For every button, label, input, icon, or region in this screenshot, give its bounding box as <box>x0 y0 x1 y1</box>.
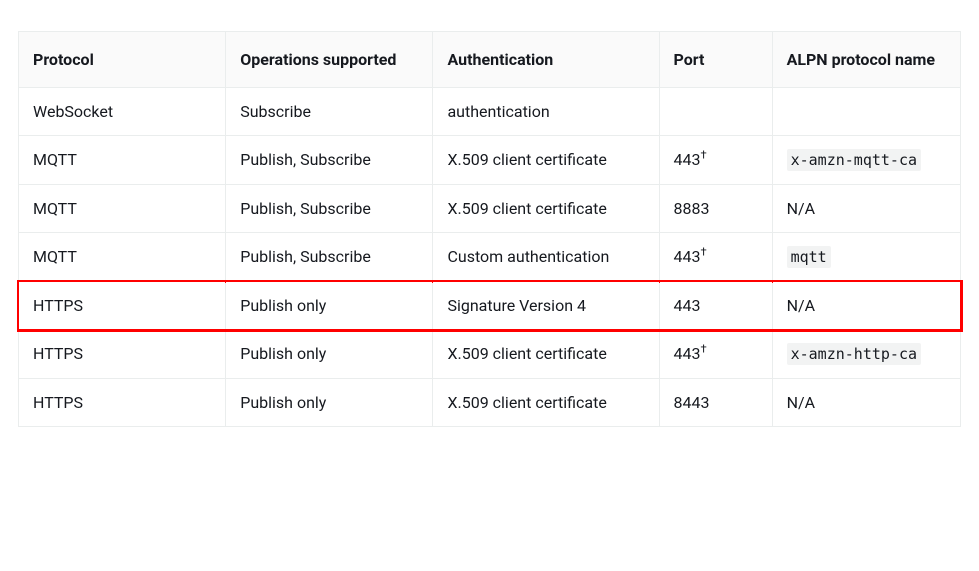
cell-alpn: N/A <box>772 379 960 427</box>
cell-alpn: x-amzn-http-ca <box>772 330 960 379</box>
operations-text: Publish only <box>240 344 326 363</box>
protocol-text: HTTPS <box>33 344 83 363</box>
cell-operations: Publish, Subscribe <box>226 185 433 233</box>
operations-text: Subscribe <box>240 102 311 121</box>
auth-text: X.509 client certificate <box>447 150 606 169</box>
cell-port: 8883 <box>659 185 772 233</box>
cell-protocol: HTTPS <box>19 282 226 330</box>
operations-text: Publish only <box>240 296 326 315</box>
auth-text: authentication <box>447 102 549 121</box>
protocol-text: MQTT <box>33 150 77 169</box>
cell-port: 443† <box>659 136 772 185</box>
cell-alpn: N/A <box>772 282 960 330</box>
cell-operations: Publish, Subscribe <box>226 136 433 185</box>
auth-text: X.509 client certificate <box>447 393 606 412</box>
cell-port: 443 <box>659 282 772 330</box>
protocol-table-container: Protocol Operations supported Authentica… <box>0 19 979 451</box>
col-header-operations: Operations supported <box>226 32 433 88</box>
col-header-port: Port <box>659 32 772 88</box>
operations-text: Publish, Subscribe <box>240 199 371 218</box>
cell-auth: Signature Version 4 <box>433 282 659 330</box>
protocol-text: MQTT <box>33 199 77 218</box>
cell-port: 443† <box>659 233 772 282</box>
table-row: HTTPS Publish only X.509 client certificat… <box>19 330 961 379</box>
alpn-text: N/A <box>787 199 815 218</box>
cell-port: 443† <box>659 330 772 379</box>
table-row: MQTT Publish, Subscribe X.509 client certi… <box>19 136 961 185</box>
protocol-text: HTTPS <box>33 393 83 412</box>
auth-text: X.509 client certificate <box>447 344 606 363</box>
auth-text: X.509 client certificate <box>447 199 606 218</box>
cell-protocol: MQTT <box>19 185 226 233</box>
dagger-icon: † <box>701 149 707 162</box>
table-row: HTTPS Publish only Signature Version 4 443 N… <box>19 282 961 330</box>
offscreen-spacer-bottom <box>0 451 979 571</box>
protocol-text: HTTPS <box>33 296 83 315</box>
table-row: MQTT Publish, Subscribe Custom authenticat… <box>19 233 961 282</box>
cell-auth: X.509 client certificate <box>433 136 659 185</box>
alpn-code: x-amzn-mqtt-ca <box>787 149 921 171</box>
operations-text: Publish only <box>240 393 326 412</box>
cell-port <box>659 88 772 136</box>
cell-alpn <box>772 88 960 136</box>
alpn-text: N/A <box>787 296 815 315</box>
protocol-text: MQTT <box>33 247 77 266</box>
offscreen-spacer-top <box>0 0 979 19</box>
cell-auth: X.509 client certificate <box>433 185 659 233</box>
table-header-row: Protocol Operations supported Authentica… <box>19 32 961 88</box>
dagger-icon: † <box>701 246 707 259</box>
scroll-viewport[interactable]: Protocol Operations supported Authentica… <box>0 0 979 571</box>
cell-protocol: MQTT <box>19 136 226 185</box>
cell-operations: Subscribe <box>226 88 433 136</box>
cell-auth: X.509 client certificate <box>433 379 659 427</box>
operations-text: Publish, Subscribe <box>240 247 371 266</box>
alpn-text: N/A <box>787 393 815 412</box>
cell-alpn: N/A <box>772 185 960 233</box>
port-text: 8443 <box>674 393 710 412</box>
protocol-table: Protocol Operations supported Authentica… <box>18 31 961 427</box>
col-header-alpn: ALPN protocol name <box>772 32 960 88</box>
port-text: 443 <box>674 150 701 169</box>
port-text: 443 <box>674 247 701 266</box>
cell-operations: Publish only <box>226 379 433 427</box>
table-row: WebSocket Subscribe authentication <box>19 88 961 136</box>
alpn-code: mqtt <box>787 246 831 268</box>
port-text: 443 <box>674 344 701 363</box>
col-header-auth: Authentication <box>433 32 659 88</box>
cell-alpn: mqtt <box>772 233 960 282</box>
cell-port: 8443 <box>659 379 772 427</box>
auth-text: Custom authentication <box>447 247 609 266</box>
table-row: MQTT Publish, Subscribe X.509 client certi… <box>19 185 961 233</box>
cell-operations: Publish only <box>226 330 433 379</box>
cell-auth: Custom authentication <box>433 233 659 282</box>
cell-protocol: HTTPS <box>19 379 226 427</box>
cell-protocol: HTTPS <box>19 330 226 379</box>
alpn-code: x-amzn-http-ca <box>787 343 921 365</box>
cell-protocol: MQTT <box>19 233 226 282</box>
cell-protocol: WebSocket <box>19 88 226 136</box>
protocol-text: WebSocket <box>33 102 113 121</box>
operations-text: Publish, Subscribe <box>240 150 371 169</box>
port-text: 8883 <box>674 199 710 218</box>
port-text: 443 <box>674 296 701 315</box>
cell-alpn: x-amzn-mqtt-ca <box>772 136 960 185</box>
cell-operations: Publish only <box>226 282 433 330</box>
table-row: HTTPS Publish only X.509 client certificat… <box>19 379 961 427</box>
col-header-protocol: Protocol <box>19 32 226 88</box>
cell-operations: Publish, Subscribe <box>226 233 433 282</box>
cell-auth: X.509 client certificate <box>433 330 659 379</box>
cell-auth: authentication <box>433 88 659 136</box>
dagger-icon: † <box>701 343 707 356</box>
auth-text: Signature Version 4 <box>447 296 586 315</box>
